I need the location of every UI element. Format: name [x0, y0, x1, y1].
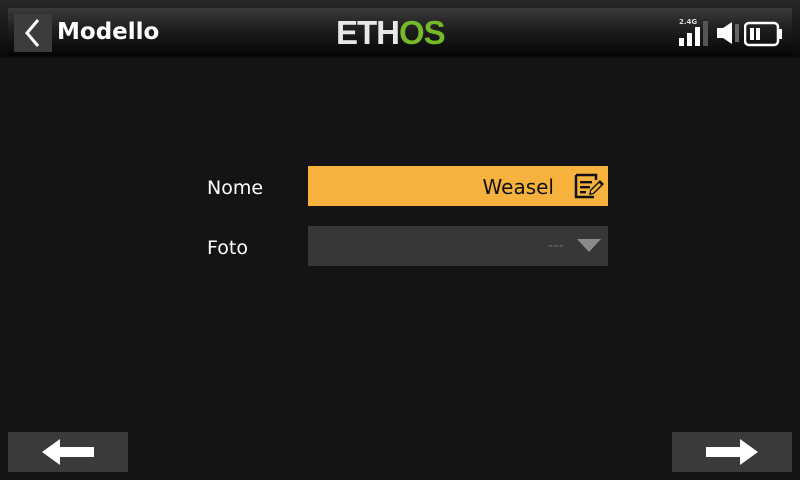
arrow-right-icon: [706, 439, 758, 465]
photo-value: ---: [547, 236, 564, 254]
prev-button[interactable]: [8, 432, 128, 472]
chevron-left-icon: [25, 19, 40, 47]
photo-label: Foto: [207, 237, 248, 259]
triangle-down-icon: [577, 239, 601, 252]
page-title: Modello: [57, 19, 160, 45]
name-field[interactable]: Weasel: [308, 166, 608, 206]
next-button[interactable]: [672, 432, 792, 472]
logo-part1: ETH: [336, 14, 400, 51]
arrow-left-icon: [42, 439, 94, 465]
edit-icon[interactable]: [572, 171, 606, 201]
name-value: Weasel: [482, 175, 554, 199]
photo-dropdown[interactable]: ---: [308, 226, 608, 266]
logo-part2: OS: [399, 14, 446, 51]
signal-bars-icon: [679, 21, 708, 46]
back-button[interactable]: [14, 14, 52, 52]
battery-icon: [744, 21, 782, 47]
ethos-logo: ETHOS: [336, 14, 446, 51]
name-label: Nome: [207, 177, 264, 199]
speaker-icon: [717, 22, 739, 44]
